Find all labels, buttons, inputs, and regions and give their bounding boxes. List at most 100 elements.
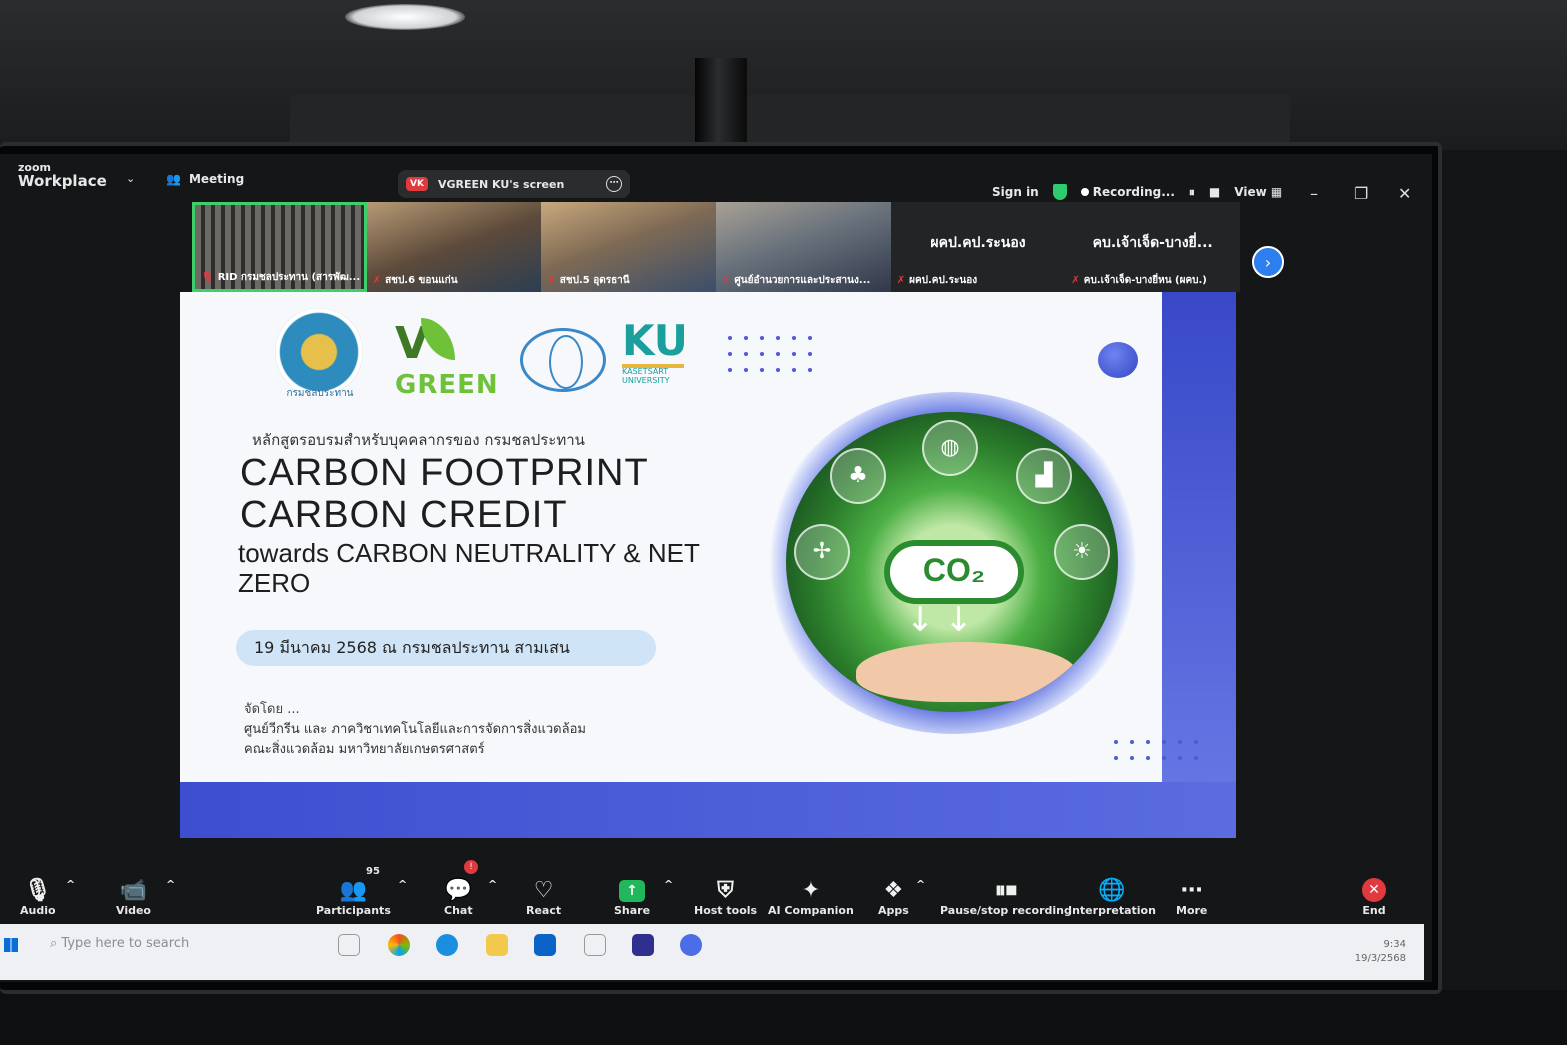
- participant-label: ✗ สชป.5 อุดรธานี: [547, 273, 712, 288]
- sign-in-button[interactable]: Sign in: [992, 185, 1039, 199]
- more-icon: ⋯: [1180, 878, 1203, 903]
- clock-time: 9:34: [1383, 939, 1406, 950]
- microphone-icon: 🎙: [23, 878, 52, 903]
- system-clock[interactable]: 9:34 19/3/2568: [1355, 938, 1406, 966]
- pause-stop-recording-button[interactable]: ⏸⏹ Pause/stop recording: [940, 878, 1072, 917]
- host-tools-button[interactable]: ⛨ Host tools: [694, 878, 757, 917]
- chevron-up-icon[interactable]: ^: [916, 878, 925, 891]
- apps-label: Apps: [878, 904, 909, 917]
- recording-indicator[interactable]: Recording...: [1080, 185, 1175, 199]
- chevron-up-icon[interactable]: ^: [664, 878, 673, 891]
- globe-logo: [520, 328, 606, 392]
- next-page-button[interactable]: ›: [1252, 246, 1284, 278]
- participant-tile[interactable]: 🎙 RID กรมชลประทาน (สารพัฒ...: [192, 202, 367, 292]
- shared-slide: กรมชลประทาน V GREEN KU KASETSART UNIVERS…: [180, 292, 1236, 838]
- participant-tile[interactable]: ผคป.คป.ระนอง ✗ ผคป.คป.ระนอง: [890, 202, 1066, 292]
- meeting-label: Meeting: [188, 172, 245, 186]
- apps-button[interactable]: ❖ Apps: [878, 878, 909, 917]
- participants-label: Participants: [316, 904, 391, 917]
- participant-tile[interactable]: คบ.เจ้าเจ็ด-บางยี่... ✗ คบ.เจ้าเจ็ด-บางยี…: [1065, 202, 1241, 292]
- event-date: 19 มีนาคม 2568 ณ กรมชลประทาน สามเสน: [236, 630, 656, 666]
- view-button[interactable]: View ▦: [1234, 185, 1282, 199]
- participant-tile[interactable]: ✗ สชป.5 อุดรธานี: [541, 202, 717, 292]
- interpretation-label: Interpretation: [1068, 904, 1156, 917]
- windows-taskbar: ⌕ Type here to search 9:34 19/3/2568: [0, 924, 1424, 980]
- more-label: More: [1176, 904, 1208, 917]
- chevron-up-icon[interactable]: ^: [398, 878, 407, 891]
- meeting-people-icon: 👥: [166, 172, 181, 186]
- minimize-icon[interactable]: –: [1310, 184, 1318, 203]
- task-view-icon[interactable]: [338, 934, 360, 956]
- audio-button[interactable]: 🎙 Audio: [20, 878, 56, 917]
- end-label: End: [1362, 904, 1386, 917]
- snipping-tool-icon[interactable]: [584, 934, 606, 956]
- down-arrows-icon: ↓↓: [906, 600, 983, 640]
- zoom-meeting-taskbar-icon[interactable]: [632, 934, 654, 956]
- participant-tile[interactable]: ✗ ศูนย์อำนวยการและประสานง...: [716, 202, 891, 292]
- ku-sub-2: UNIVERSITY: [622, 375, 670, 385]
- interpretation-button[interactable]: 🌐 Interpretation: [1068, 878, 1156, 917]
- chat-button[interactable]: 💬 Chat: [444, 878, 473, 917]
- share-button[interactable]: ↑ Share: [614, 878, 650, 917]
- outlook-icon[interactable]: [534, 934, 556, 956]
- participant-label: ✗ ศูนย์อำนวยการและประสานง...: [722, 273, 887, 288]
- participant-label: ✗ สชป.6 ขอนแก่น: [373, 273, 538, 288]
- maximize-icon[interactable]: ❐: [1354, 184, 1368, 203]
- video-label: Video: [116, 904, 151, 917]
- close-icon[interactable]: ✕: [1398, 184, 1411, 203]
- hand-icon: [856, 642, 1076, 702]
- slide-title-3: towards CARBON NEUTRALITY & NET ZERO: [238, 538, 700, 598]
- security-shield-icon[interactable]: [1052, 184, 1067, 200]
- more-options-icon[interactable]: ⋯: [606, 176, 622, 192]
- chat-label: Chat: [444, 904, 473, 917]
- chevron-down-icon[interactable]: ⌄: [126, 172, 135, 185]
- copilot-icon[interactable]: [388, 934, 410, 956]
- chevron-up-icon[interactable]: ^: [488, 878, 497, 891]
- pause-recording-label: Pause/stop recording: [940, 904, 1072, 917]
- react-button[interactable]: ♡ React: [526, 878, 561, 917]
- pause-icon[interactable]: ⏸: [1189, 185, 1195, 200]
- participant-label: 🎙 RID กรมชลประทาน (สารพัฒ...: [201, 270, 360, 285]
- taskbar-search-input[interactable]: ⌕ Type here to search: [36, 930, 326, 960]
- grid-icon: ▦: [1270, 185, 1283, 199]
- slide-title-2: CARBON CREDIT: [240, 494, 568, 536]
- muted-mic-icon: ✗: [372, 275, 382, 286]
- apps-icon: ❖: [883, 878, 904, 903]
- share-title: VGREEN KU's screen: [437, 177, 565, 191]
- participant-tile[interactable]: ✗ สชป.6 ขอนแก่น: [366, 202, 542, 292]
- ai-companion-button[interactable]: ✦ AI Companion: [768, 878, 854, 917]
- participant-label-text: สชป.6 ขอนแก่น: [385, 275, 458, 286]
- organizer-label: จัดโดย ...: [244, 702, 300, 717]
- screen-share-indicator[interactable]: VK VGREEN KU's screen ⋯: [398, 170, 630, 198]
- video-button[interactable]: 📹 Video: [116, 878, 151, 917]
- participant-label-text: ศูนย์อำนวยการและประสานง...: [734, 275, 871, 286]
- search-icon: ⌕: [50, 936, 58, 951]
- zoom-app-icon[interactable]: [680, 934, 702, 956]
- zoom-workplace-logo[interactable]: zoom Workplace: [18, 162, 107, 189]
- globe-icon: ◍: [922, 420, 978, 476]
- clock-date: 19/3/2568: [1354, 953, 1406, 964]
- ai-companion-label: AI Companion: [768, 904, 854, 917]
- slide-content: กรมชลประทาน V GREEN KU KASETSART UNIVERS…: [180, 292, 1198, 782]
- end-button[interactable]: ✕ End: [1362, 878, 1386, 917]
- course-subtitle: หลักสูตรอบรมสำหรับบุคคลากรของ กรมชลประทา…: [252, 431, 585, 449]
- more-button[interactable]: ⋯ More: [1176, 878, 1207, 917]
- participants-button[interactable]: 👥 Participants: [316, 878, 391, 917]
- video-camera-icon: 📹: [119, 878, 148, 903]
- participant-name: ผคป.คป.ระนอง: [930, 235, 1026, 251]
- co2-label: CO₂: [922, 552, 986, 588]
- organizer-line-1: ศูนย์วีกรีน และ ภาควิชาเทคโนโลยีและการจั…: [244, 722, 586, 737]
- ceiling-light: [345, 4, 465, 30]
- windows-start-icon[interactable]: [4, 938, 18, 952]
- cloud-icon: CO₂: [884, 540, 1024, 604]
- file-explorer-icon[interactable]: [486, 934, 508, 956]
- decor-dots: [728, 336, 812, 372]
- ku-letters: KU: [622, 316, 688, 365]
- end-call-icon: ✕: [1362, 878, 1386, 902]
- muted-mic-icon: ✗: [722, 275, 731, 286]
- chevron-up-icon[interactable]: ^: [66, 878, 75, 891]
- stop-icon[interactable]: ■: [1209, 185, 1220, 199]
- meeting-menu[interactable]: 👥 Meeting: [166, 172, 244, 186]
- edge-browser-icon[interactable]: [436, 934, 458, 956]
- chevron-up-icon[interactable]: ^: [166, 878, 175, 891]
